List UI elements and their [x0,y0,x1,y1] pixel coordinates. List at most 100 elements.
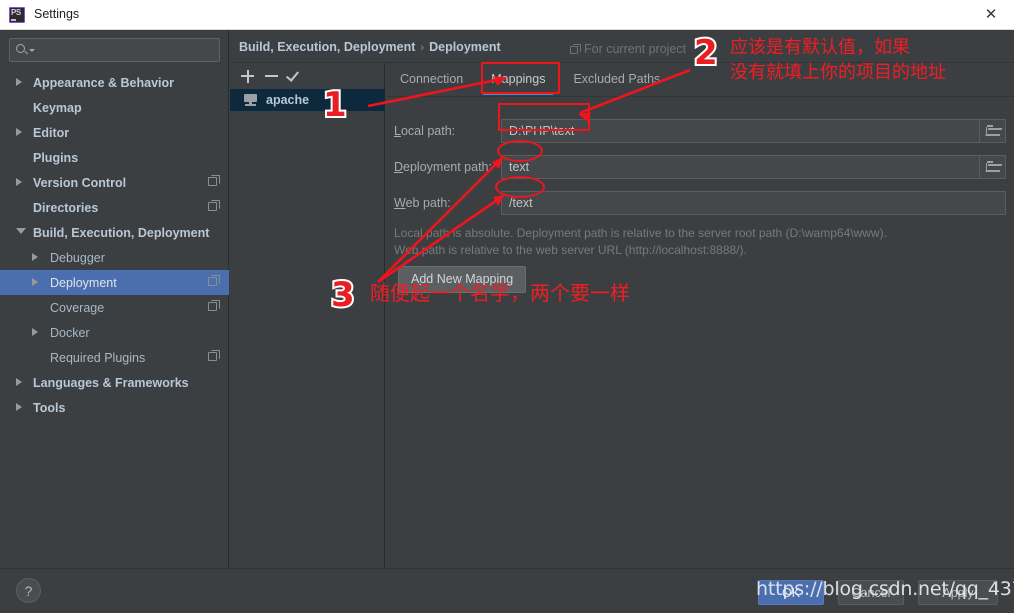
chevron-right-icon[interactable] [16,178,22,186]
deployment-path-row: Deployment path: text [386,155,1014,181]
local-path-label: Local path: [394,124,456,138]
for-current-project-label: For current project [570,42,686,56]
sidebar-item-label: Keymap [33,100,82,115]
server-list-pane: apache [230,62,385,568]
server-list-item-apache[interactable]: apache [230,89,385,111]
hint-line-1: Local path is absolute. Deployment path … [394,226,887,240]
breadcrumb-separator: › [420,42,425,54]
tab-divider [386,96,1014,97]
annotation-number-2: 2 [692,33,720,73]
sidebar-item-build-execution-deployment[interactable]: Build, Execution, Deployment [0,220,229,245]
mappings-form-pane: Connection Mappings Excluded Paths Local p… [386,62,1014,568]
sidebar-item-label: Docker [50,325,90,340]
copy-icon [570,44,581,54]
hint-line-2: Web path is relative to the web server U… [394,243,747,257]
server-toolbar [230,63,384,89]
deployment-path-value: text [509,160,530,174]
settings-dialog: PS Settings ✕ Appearance & Behavior Keyma… [0,0,1014,613]
set-default-server-button[interactable] [284,65,308,87]
search-input[interactable] [38,41,214,59]
tab-excluded-paths[interactable]: Excluded Paths [559,67,674,95]
folder-icon [986,161,1000,172]
highlight-box-local-path [498,103,590,131]
add-server-button[interactable] [236,65,260,87]
web-path-field[interactable]: /text [501,191,1006,215]
deployment-path-label: Deployment path: [394,160,492,174]
deployment-path-field[interactable]: text [501,155,1006,179]
local-path-row: Local path: D:\PHP\text [386,119,1014,145]
sidebar-item-label: Appearance & Behavior [33,75,175,90]
web-path-value: /text [509,196,533,210]
server-name-label: apache [266,93,310,107]
sidebar-item-label: Version Control [33,175,127,190]
chevron-right-icon[interactable] [16,403,22,411]
sidebar-item-label: Tools [33,400,66,415]
copy-icon [208,275,220,286]
watermark: https://blog.csdn.net/qq_43730174 [756,578,1014,600]
annotation-text-3: 随便起一个名字，两个要一样 [370,281,630,305]
copy-icon [208,200,220,211]
highlight-ellipse-deployment-path [497,140,543,162]
annotation-number-1: 1 [321,85,349,125]
chevron-right-icon[interactable] [16,378,22,386]
local-path-browse-button[interactable] [979,120,1005,142]
chevron-down-icon[interactable] [29,49,35,52]
window-title: Settings [34,7,80,21]
web-path-label: Web path: [394,196,451,210]
copy-icon [208,350,220,361]
sidebar-item-label: Directories [33,200,99,215]
sidebar-item-required-plugins[interactable]: Required Plugins [0,345,229,370]
phpstorm-icon: PS [9,7,25,23]
breadcrumb: Build, Execution, Deployment › Deployment [239,40,501,54]
close-icon[interactable]: ✕ [968,0,1014,29]
remove-server-button[interactable] [260,65,284,87]
chevron-right-icon[interactable] [32,328,38,336]
sidebar-item-label: Debugger [50,250,105,265]
tab-connection[interactable]: Connection [386,67,477,95]
search-icon [16,44,25,53]
folder-icon [986,125,1000,136]
sidebar-item-label: Languages & Frameworks [33,375,189,390]
highlight-box-mappings [481,62,560,94]
sidebar-item-coverage[interactable]: Coverage [0,295,229,320]
sidebar-item-label: Build, Execution, Deployment [33,225,210,240]
copy-icon [208,300,220,311]
sidebar-item-label: Deployment [50,275,117,290]
sidebar-item-directories[interactable]: Directories [0,195,229,220]
sidebar-item-docker[interactable]: Docker [0,320,229,345]
sidebar-item-keymap[interactable]: Keymap [0,95,229,120]
sidebar-item-label: Coverage [50,300,105,315]
chevron-down-icon[interactable] [16,228,26,234]
breadcrumb-root[interactable]: Build, Execution, Deployment [239,40,415,54]
sidebar-item-version-control[interactable]: Version Control [0,170,229,195]
sidebar-item-debugger[interactable]: Debugger [0,245,229,270]
highlight-ellipse-web-path [495,176,545,198]
annotation-number-3: 3 [329,275,357,315]
settings-sidebar: Appearance & Behavior Keymap Editor Plugins… [0,30,229,568]
annotation-text-2-line-1: 应该是有默认值，如果 [730,37,910,58]
sidebar-item-tools[interactable]: Tools [0,395,229,420]
sidebar-item-label: Editor [33,125,70,140]
sidebar-item-deployment[interactable]: Deployment [0,270,229,295]
title-bar: PS Settings ✕ [0,0,1014,30]
search-box[interactable] [9,38,220,62]
sidebar-item-editor[interactable]: Editor [0,120,229,145]
chevron-right-icon[interactable] [32,278,38,286]
sidebar-item-languages-frameworks[interactable]: Languages & Frameworks [0,370,229,395]
for-current-project-text: For current project [584,42,687,56]
web-path-row: Web path: /text [386,191,1014,217]
chevron-right-icon[interactable] [32,253,38,261]
help-button[interactable]: ? [16,578,41,603]
chevron-right-icon[interactable] [16,78,22,86]
sidebar-item-appearance-behavior[interactable]: Appearance & Behavior [0,70,229,95]
sidebar-item-label: Required Plugins [50,350,146,365]
settings-tree: Appearance & Behavior Keymap Editor Plugins… [0,70,229,420]
sidebar-item-plugins[interactable]: Plugins [0,145,229,170]
sidebar-item-label: Plugins [33,150,79,165]
deployment-path-browse-button[interactable] [979,156,1005,178]
breadcrumb-leaf: Deployment [429,40,501,54]
server-icon [244,94,259,106]
copy-icon [208,175,220,186]
chevron-right-icon[interactable] [16,128,22,136]
annotation-text-2-line-2: 没有就填上你的项目的地址 [730,62,946,83]
